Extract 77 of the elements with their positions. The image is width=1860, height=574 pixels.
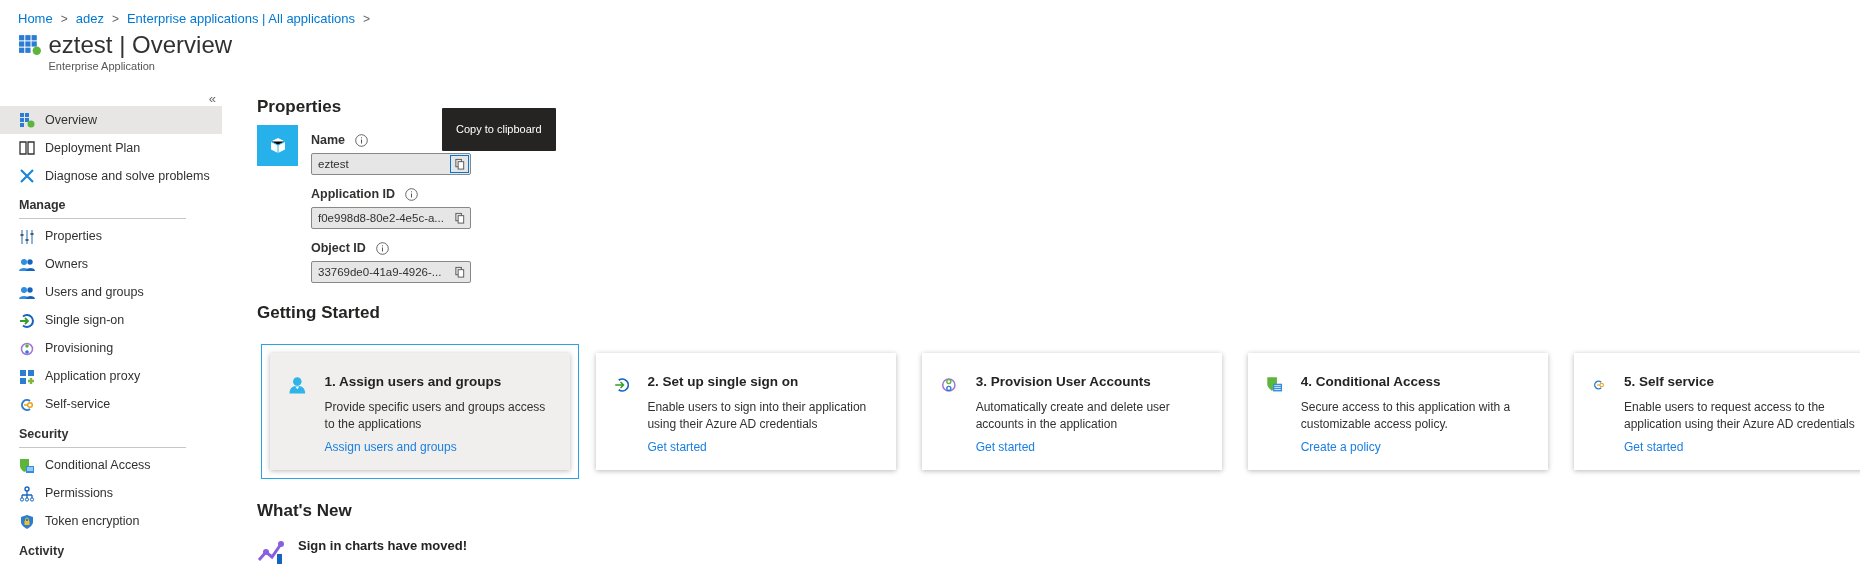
card-link[interactable]: Create a policy — [1300, 439, 1381, 454]
section-heading: Activity — [19, 542, 66, 560]
grid-icon — [19, 112, 35, 128]
book-icon — [19, 140, 35, 156]
info-icon — [375, 241, 389, 255]
sidebar-item[interactable]: Overview — [0, 106, 222, 134]
page-title: eztest | Overview — [48, 32, 233, 59]
copy-icon — [453, 158, 466, 171]
text-field[interactable]: 33769de0-41a9-4926-... — [311, 260, 471, 283]
card-link[interactable]: Get started — [647, 439, 707, 454]
page-subtitle: Enterprise Application — [48, 59, 156, 75]
sidebar-item[interactable]: Self-service — [0, 390, 222, 419]
hierarchy-icon — [19, 485, 35, 502]
tooltip: Copy to clipboard — [442, 108, 556, 151]
sidebar-item[interactable]: Token encryption — [0, 507, 222, 536]
task-card[interactable]: 4. Conditional Access Secure access to this application with a customizable access policy. Create a policy — [1248, 353, 1548, 471]
app-icon — [257, 125, 298, 167]
breadcrumb-link[interactable]: adez — [75, 11, 104, 26]
card-title: 2. Set up single sign on — [647, 373, 800, 392]
people-icon — [19, 284, 35, 301]
section-heading: Getting Started — [257, 302, 381, 324]
card-description: Secure access to this application with a customizable access policy. — [1300, 399, 1512, 433]
sidebar-item[interactable]: Users and groups — [0, 278, 222, 307]
card-description: Provide specific users and groups access to the applications — [324, 399, 547, 433]
sidebar-item[interactable]: Application proxy — [0, 362, 222, 391]
sidebar-item[interactable]: Owners — [0, 250, 222, 279]
section-heading: Properties — [257, 97, 343, 118]
task-card[interactable]: 2. Set up single sign on Enable users to sign into their application using their Azure AD credentials Get started — [596, 353, 896, 471]
copy-icon — [453, 211, 466, 224]
sidebar-item[interactable]: Provisioning — [0, 334, 222, 363]
sidebar-item[interactable]: Diagnose and solve problems — [0, 162, 222, 190]
field-label: Name — [311, 132, 346, 150]
sidebar-item[interactable]: Deployment Plan — [0, 134, 222, 162]
sidebar-item[interactable]: Single sign-on — [0, 306, 222, 335]
card-link[interactable]: Assign users and groups — [324, 439, 457, 454]
sliders-icon — [19, 228, 35, 245]
copy-button[interactable] — [450, 155, 469, 174]
card-title: 4. Conditional Access — [1300, 373, 1442, 392]
task-card[interactable]: 5. Self service Enable users to request access to the application using their Azure AD credentials Get started — [1574, 353, 1860, 471]
info-icon — [405, 188, 419, 201]
chevron-icon: > — [363, 12, 371, 26]
section-heading: Security — [19, 418, 186, 448]
sign-in-icon — [19, 312, 35, 329]
card-link[interactable]: Get started — [1624, 439, 1684, 454]
people-icon — [19, 256, 35, 273]
key-circle-icon — [19, 396, 35, 413]
breadcrumb-link[interactable]: Enterprise applications | All applications — [126, 11, 356, 26]
card-description: Automatically create and delete user accounts in the application — [975, 399, 1171, 433]
section-heading: What's New — [257, 501, 353, 522]
card-title: 3. Provision User Accounts — [975, 373, 1152, 392]
section-heading: Manage — [19, 190, 186, 219]
breadcrumb-link[interactable]: Home — [18, 11, 53, 26]
card-title: 5. Self service — [1624, 373, 1716, 392]
field-label: Object ID — [311, 239, 366, 257]
card-description: Enable users to request access to the application using their Azure AD credentials — [1624, 399, 1856, 433]
info-icon — [355, 134, 369, 148]
news-title: Sign in charts have moved! — [298, 536, 468, 555]
sidebar-item[interactable]: Properties — [0, 222, 222, 251]
text-field[interactable]: f0e998d8-80e2-4e5c-a... — [311, 206, 471, 229]
tools-icon — [19, 168, 35, 184]
sidebar-item[interactable]: Permissions — [0, 479, 222, 508]
shield-lock-icon — [19, 513, 35, 530]
text-field[interactable]: eztest — [311, 153, 471, 176]
chevron-icon: > — [60, 12, 68, 26]
grid-plus-icon — [19, 368, 35, 385]
shield-list-icon — [19, 457, 35, 474]
sidebar-item[interactable]: Conditional Access — [0, 451, 222, 480]
card-description: Enable users to sign into their application using their Azure AD credentials — [647, 399, 868, 433]
app-grid-icon — [18, 32, 42, 56]
card-link[interactable]: Get started — [975, 439, 1036, 454]
card-title: 1. Assign users and groups — [324, 373, 503, 392]
task-card[interactable]: 3. Provision User Accounts Automatically create and delete user accounts in the application Get started — [922, 353, 1222, 471]
chevron-icon: > — [111, 12, 119, 26]
copy-icon — [453, 265, 466, 278]
field-label: Application ID — [311, 186, 396, 204]
sync-icon — [19, 340, 35, 357]
task-card[interactable]: 1. Assign users and groups Provide specific users and groups access to the applications Assign users and groups — [270, 353, 570, 471]
